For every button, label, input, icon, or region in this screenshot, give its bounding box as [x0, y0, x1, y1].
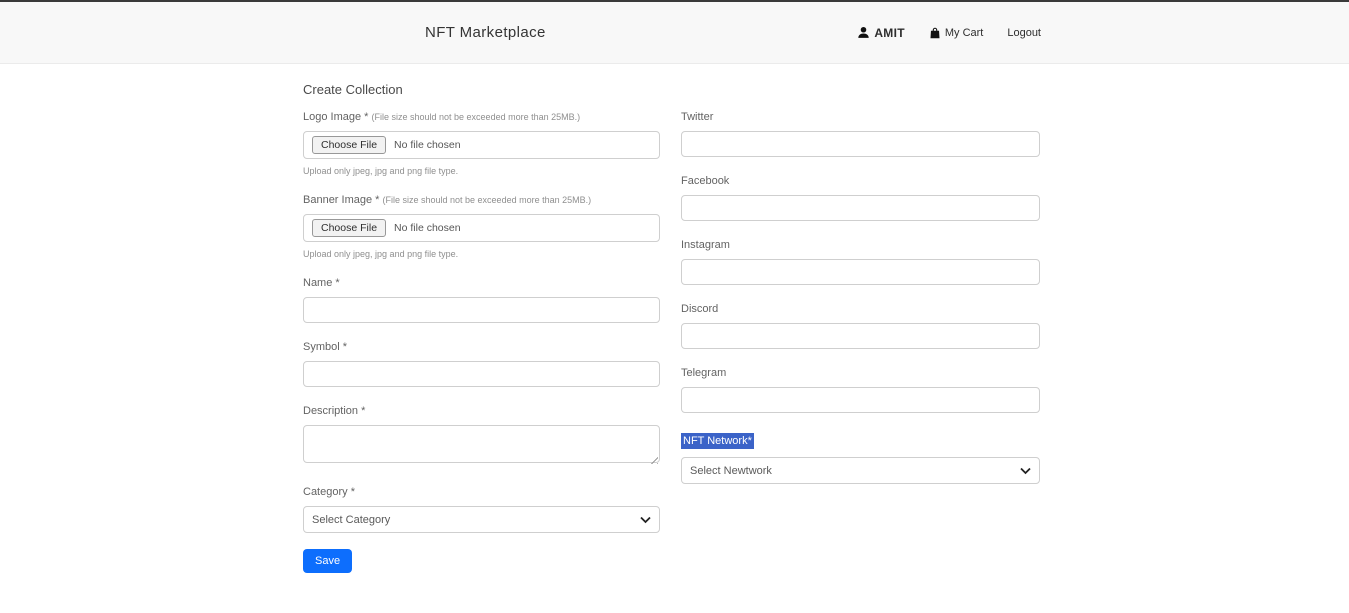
category-select[interactable]: Select Category [303, 506, 660, 533]
nft-network-group: NFT Network* Select Newtwork [681, 431, 1040, 484]
facebook-label: Facebook [681, 175, 1040, 187]
instagram-group: Instagram [681, 239, 1040, 285]
form-right-column: Twitter Facebook Instagram Discord Teleg… [681, 111, 1040, 502]
description-group: Description * [303, 405, 660, 468]
twitter-group: Twitter [681, 111, 1040, 157]
logo-file-helper: Upload only jpeg, jpg and png file type. [303, 166, 660, 176]
header-nav: AMIT My Cart Logout [857, 26, 1041, 40]
discord-group: Discord [681, 303, 1040, 349]
user-name: AMIT [874, 26, 905, 40]
symbol-field[interactable] [303, 361, 660, 387]
twitter-label: Twitter [681, 111, 1040, 123]
logo-image-size-hint: (File size should not be exceeded more t… [372, 112, 581, 122]
name-label: Name * [303, 277, 660, 289]
logout-label: Logout [1007, 27, 1041, 39]
instagram-field[interactable] [681, 259, 1040, 285]
cart-icon [929, 27, 941, 39]
logo-choose-file-button[interactable]: Choose File [312, 136, 386, 154]
banner-image-size-hint: (File size should not be exceeded more t… [383, 195, 592, 205]
instagram-label: Instagram [681, 239, 1040, 251]
category-group: Category * Select Category [303, 486, 660, 533]
name-group: Name * [303, 277, 660, 323]
nft-network-select[interactable]: Select Newtwork [681, 457, 1040, 484]
banner-image-label-text: Banner Image * [303, 194, 379, 206]
create-collection-page: Create Collection Logo Image * (File siz… [0, 64, 1349, 613]
description-field[interactable] [303, 425, 660, 463]
facebook-field[interactable] [681, 195, 1040, 221]
logout-link[interactable]: Logout [1007, 27, 1041, 39]
user-menu[interactable]: AMIT [857, 26, 905, 40]
logo-image-label: Logo Image * (File size should not be ex… [303, 111, 660, 123]
banner-file-input[interactable]: Choose File No file chosen [303, 214, 660, 242]
header: NFT Marketplace AMIT My Cart Logout [0, 0, 1349, 64]
logo-file-status: No file chosen [394, 139, 461, 151]
logo-file-input[interactable]: Choose File No file chosen [303, 131, 660, 159]
brand-title: NFT Marketplace [425, 24, 546, 41]
telegram-label: Telegram [681, 367, 1040, 379]
telegram-field[interactable] [681, 387, 1040, 413]
logo-image-label-text: Logo Image * [303, 111, 368, 123]
name-field[interactable] [303, 297, 660, 323]
banner-file-status: No file chosen [394, 222, 461, 234]
category-label: Category * [303, 486, 660, 498]
page-title: Create Collection [303, 82, 1349, 97]
telegram-group: Telegram [681, 367, 1040, 413]
save-button[interactable]: Save [303, 549, 352, 573]
twitter-field[interactable] [681, 131, 1040, 157]
nft-network-label: NFT Network* [681, 433, 754, 449]
banner-file-helper: Upload only jpeg, jpg and png file type. [303, 249, 660, 259]
banner-image-label: Banner Image * (File size should not be … [303, 194, 660, 206]
my-cart-link[interactable]: My Cart [929, 27, 984, 39]
symbol-label: Symbol * [303, 341, 660, 353]
discord-label: Discord [681, 303, 1040, 315]
facebook-group: Facebook [681, 175, 1040, 221]
symbol-group: Symbol * [303, 341, 660, 387]
description-label: Description * [303, 405, 660, 417]
person-icon [857, 26, 870, 39]
my-cart-label: My Cart [945, 27, 984, 39]
discord-field[interactable] [681, 323, 1040, 349]
banner-choose-file-button[interactable]: Choose File [312, 219, 386, 237]
logo-upload-group: Logo Image * (File size should not be ex… [303, 111, 660, 176]
form-left-column: Logo Image * (File size should not be ex… [303, 111, 660, 573]
banner-upload-group: Banner Image * (File size should not be … [303, 194, 660, 259]
